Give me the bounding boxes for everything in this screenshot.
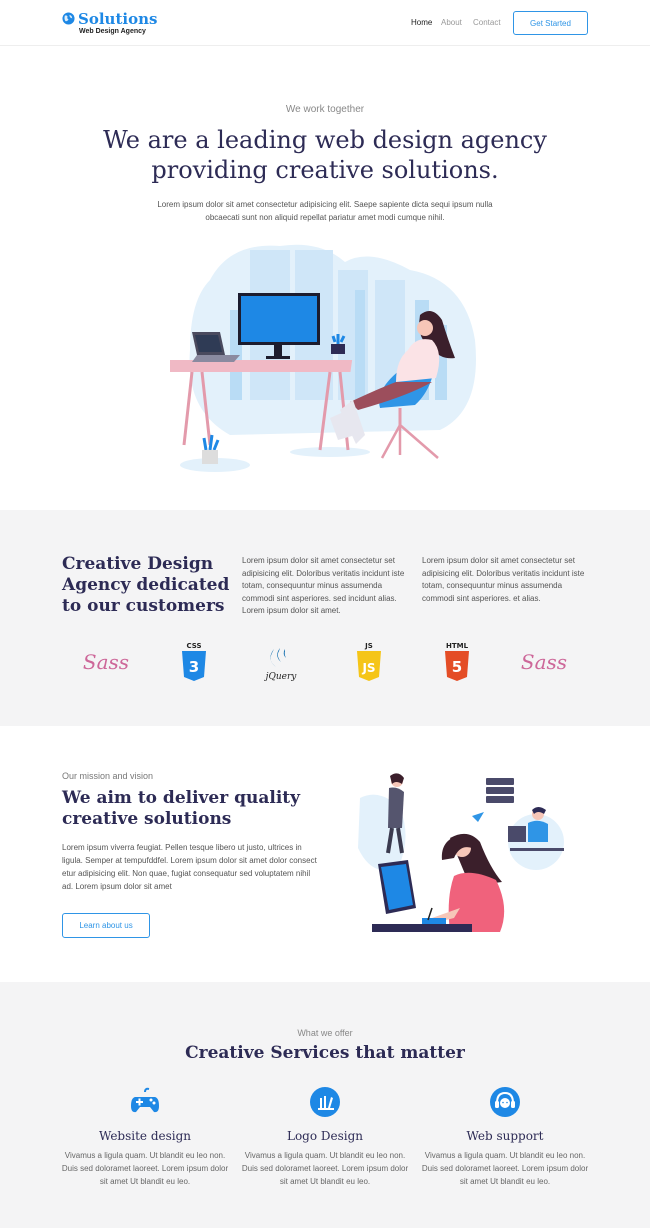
globe-icon (62, 12, 75, 25)
hero-title: We are a leading web design agency provi… (103, 126, 547, 184)
hero-eyebrow: We work together (285, 104, 365, 115)
service-description: Vivamus a ligula quam. Ut blandit eu leo… (61, 1151, 229, 1186)
sass-logo: Sass (82, 650, 130, 674)
mission-eyebrow: Our mission and vision (62, 771, 154, 781)
nav-link-about[interactable]: About (441, 18, 462, 27)
svg-text:5: 5 (452, 658, 462, 676)
css3-logo: CSS 3 (176, 640, 212, 684)
about-text-column-1: Lorem ipsum dolor sit amet consectetur s… (242, 556, 405, 616)
service-card-website-design: Website design Vivamus a ligula quam. Ut… (60, 1086, 230, 1188)
nav-link-home[interactable]: Home (411, 18, 432, 27)
design-icon (310, 1087, 340, 1117)
svg-text:HTML: HTML (446, 642, 469, 650)
service-card-logo-design: Logo Design Vivamus a ligula quam. Ut bl… (240, 1086, 410, 1188)
hero-description: Lorem ipsum dolor sit amet consectetur a… (157, 200, 493, 222)
hero-illustration (170, 244, 476, 472)
sass-logo-2: Sass (520, 650, 568, 674)
jquery-logo: jQuery (258, 640, 304, 684)
brand-tagline: Web Design Agency (79, 28, 146, 35)
about-title: Creative Design Agency dedicated to our … (62, 554, 230, 616)
svg-text:3: 3 (189, 658, 199, 676)
headset-icon (490, 1087, 520, 1117)
mission-title: We aim to deliver quality creative solut… (62, 788, 301, 829)
brand-name: Solutions (78, 10, 158, 28)
service-name: Website design (98, 1129, 192, 1143)
services-eyebrow: What we offer (297, 1028, 353, 1038)
javascript-logo: JS JS (352, 640, 386, 684)
mission-description: Lorem ipsum viverra feugiat. Pellen tesq… (62, 843, 317, 891)
learn-about-us-button[interactable]: Learn about us (62, 913, 150, 938)
html5-logo: HTML 5 (438, 640, 476, 684)
service-description: Vivamus a ligula quam. Ut blandit eu leo… (241, 1151, 409, 1186)
get-started-button[interactable]: Get Started (513, 11, 588, 35)
about-section (0, 510, 650, 726)
nav-link-contact[interactable]: Contact (473, 18, 501, 27)
services-title: Creative Services that matter (185, 1043, 465, 1063)
service-name: Web support (466, 1129, 544, 1143)
navbar: Solutions Web Design Agency Home About C… (0, 0, 650, 46)
svg-text:jQuery: jQuery (264, 672, 298, 682)
svg-text:JS: JS (361, 661, 375, 675)
service-description: Vivamus a ligula quam. Ut blandit eu leo… (421, 1151, 589, 1186)
mission-illustration (358, 773, 564, 932)
service-card-web-support: Web support Vivamus a ligula quam. Ut bl… (420, 1086, 590, 1188)
svg-text:CSS: CSS (186, 642, 201, 650)
svg-text:JS: JS (364, 642, 373, 650)
service-name: Logo Design (286, 1129, 364, 1143)
gamepad-icon (131, 1087, 159, 1113)
about-text-column-2: Lorem ipsum dolor sit amet consectetur s… (422, 556, 585, 603)
